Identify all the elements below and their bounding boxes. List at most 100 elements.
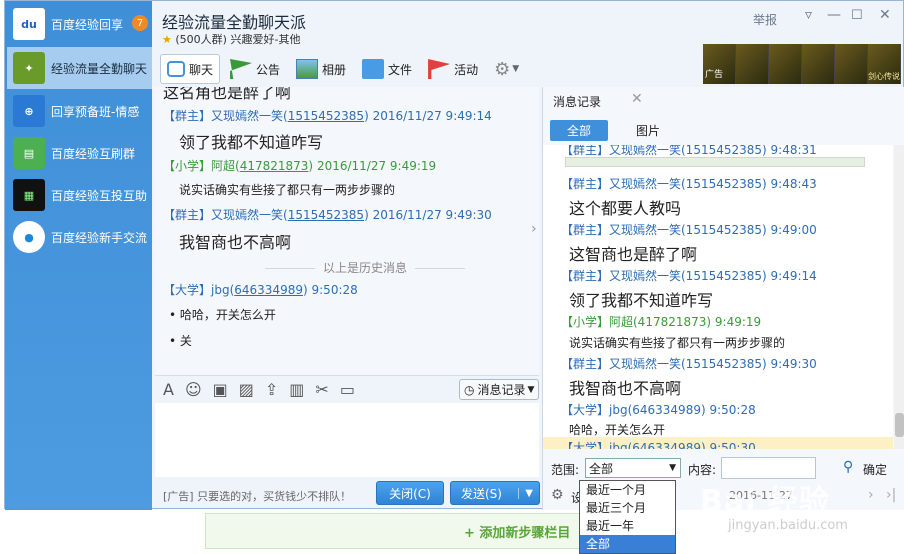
tab-album[interactable]: 相册 bbox=[290, 54, 352, 84]
sidebar-item-label: 百度经验互投互助 bbox=[51, 188, 148, 203]
scrollbar-thumb[interactable] bbox=[895, 413, 904, 437]
maximize-icon[interactable]: ☐ bbox=[851, 8, 863, 23]
gear-icon[interactable]: ⚙ bbox=[551, 487, 564, 503]
gamepad-icon: ⊕ bbox=[13, 95, 45, 127]
close-icon[interactable]: ✕ bbox=[631, 91, 643, 107]
folder-icon bbox=[362, 59, 385, 79]
sidebar-item-label: 百度经验互刷群 bbox=[51, 146, 136, 161]
tab-label: 活动 bbox=[454, 62, 479, 77]
sidebar-item-4[interactable]: ▤ 百度经验互刷群 bbox=[7, 132, 152, 174]
group-subtitle: ★ (500人群) 兴趣爱好-其他 bbox=[162, 31, 300, 47]
ad-banner[interactable]: 剑心传说 bbox=[703, 44, 901, 84]
chat-message-list[interactable]: 这名角也是醉了啊 【群主】又现嫣然一笑(1515452385) 2016/11/… bbox=[155, 87, 539, 375]
chevron-down-icon: ▼ bbox=[512, 64, 520, 74]
gift-icon[interactable]: ▥ bbox=[289, 380, 304, 399]
message-meta: 【大学】jbg(646334989) 9:50:28 bbox=[163, 283, 358, 297]
chat-sidebar: du 百度经验回享 7 ✦ 经验流量全勤聊天 ⊕ 回享预备班-情感 ▤ 百度经验… bbox=[5, 1, 152, 510]
user-id-link[interactable]: 417821873 bbox=[240, 159, 309, 173]
message-text: • 哈哈，开关怎么开 bbox=[169, 308, 276, 322]
message-meta: 【小学】阿超(417821873) 2016/11/27 9:49:19 bbox=[163, 159, 437, 173]
image-thumbnail[interactable] bbox=[565, 157, 865, 167]
more-tools-icon[interactable]: ▭ bbox=[340, 380, 355, 399]
last-page-icon[interactable]: ›| bbox=[886, 487, 896, 503]
chevron-right-icon[interactable]: › bbox=[531, 221, 537, 237]
sidebar-item-label: 百度经验新手交流 bbox=[51, 230, 148, 245]
message-input[interactable] bbox=[155, 403, 539, 477]
message-text: • 关 bbox=[169, 334, 192, 348]
more-settings-button[interactable]: ⚙ ▼ bbox=[488, 54, 525, 84]
filter-all-tab[interactable]: 全部 bbox=[550, 120, 608, 141]
chevron-down-icon[interactable]: ▼ bbox=[518, 487, 533, 499]
close-icon[interactable]: ✕ bbox=[879, 7, 891, 23]
send-button[interactable]: 发送(S) ▼ bbox=[450, 481, 540, 505]
ad-tile bbox=[769, 44, 802, 84]
history-tab[interactable]: 消息记录 bbox=[553, 93, 601, 110]
close-button[interactable]: 关闭(C) bbox=[376, 481, 444, 505]
history-message-list[interactable]: 【群主】又现嫣然一笑(1515452385) 9:48:31 【群主】又现嫣然一… bbox=[543, 145, 893, 449]
upload-icon[interactable]: ⇪ bbox=[265, 380, 278, 399]
history-meta: 【群主】又现嫣然一笑(1515452385) 9:48:43 bbox=[561, 177, 817, 191]
dropdown-option-selected[interactable]: 全部 bbox=[580, 535, 675, 553]
font-icon[interactable]: A bbox=[163, 380, 174, 399]
sidebar-item-3[interactable]: ⊕ 回享预备班-情感 bbox=[7, 90, 152, 132]
member-count: (500人群) bbox=[175, 33, 227, 46]
report-link[interactable]: 举报 bbox=[753, 11, 777, 28]
input-ad-text[interactable]: [广告] 只要选的对，买货钱少不排队！ bbox=[163, 488, 351, 504]
red-flag-icon bbox=[428, 59, 451, 79]
history-text: 这智商也是醉了啊 bbox=[569, 245, 698, 264]
history-meta: 【群主】又现嫣然一笑(1515452385) 9:49:00 bbox=[561, 223, 817, 237]
group-avatar: ▤ bbox=[13, 137, 45, 169]
tab-label: 相册 bbox=[322, 62, 347, 77]
message-text: 我智商也不高啊 bbox=[179, 233, 292, 252]
clock-icon: ◷ bbox=[464, 382, 475, 397]
history-panel: 消息记录 ✕ 全部 图片 【群主】又现嫣然一笑(1515452385) 9:48… bbox=[542, 87, 904, 510]
history-meta: 【群主】又现嫣然一笑(1515452385) 9:49:30 bbox=[561, 357, 817, 371]
globe-icon: ● bbox=[13, 221, 45, 253]
unread-badge: 7 bbox=[132, 15, 148, 31]
search-icon[interactable]: ⚲ bbox=[843, 459, 853, 475]
user-id-link[interactable]: 646334989 bbox=[234, 283, 303, 297]
dropdown-option[interactable]: 最近一个月 bbox=[580, 481, 675, 499]
sidebar-item-1[interactable]: du 百度经验回享 7 bbox=[7, 3, 152, 45]
image-icon[interactable]: ▨ bbox=[239, 380, 254, 399]
gear-icon: ⚙ bbox=[494, 58, 511, 80]
user-id-link[interactable]: 1515452385 bbox=[288, 208, 364, 222]
ad-tile bbox=[802, 44, 835, 84]
history-meta: 【大学】jbg(646334989) 9:50:30 bbox=[561, 441, 756, 449]
tab-file[interactable]: 文件 bbox=[356, 54, 418, 84]
chevron-down-icon: ▼ bbox=[669, 463, 676, 473]
search-button[interactable]: 确定 bbox=[863, 461, 887, 478]
range-select[interactable]: 全部 ▼ bbox=[585, 458, 681, 478]
tab-activity[interactable]: 活动 bbox=[422, 54, 484, 84]
dropdown-option[interactable]: 最近三个月 bbox=[580, 499, 675, 517]
skin-icon[interactable]: ▿ bbox=[805, 7, 812, 23]
history-scrollbar[interactable] bbox=[894, 145, 904, 449]
user-id-link[interactable]: 1515452385 bbox=[288, 109, 364, 123]
baidu-du-icon: du bbox=[13, 8, 45, 40]
baidu-watermark: Bai 经验 bbox=[700, 484, 830, 519]
chevron-right-icon[interactable]: › bbox=[868, 487, 874, 503]
history-separator: 以上是历史消息 bbox=[245, 259, 485, 276]
sidebar-item-2[interactable]: ✦ 经验流量全勤聊天 bbox=[7, 47, 152, 89]
tab-notice[interactable]: 公告 bbox=[224, 54, 286, 84]
history-meta: 【小学】阿超(417821873) 9:49:19 bbox=[561, 315, 762, 329]
dropdown-option[interactable]: 最近一年 bbox=[580, 517, 675, 535]
message-history-button[interactable]: ◷ 消息记录 ▼ bbox=[459, 379, 539, 400]
tab-label: 聊天 bbox=[189, 62, 214, 77]
message-text: 领了我都不知道咋写 bbox=[179, 133, 324, 152]
minimize-icon[interactable]: — bbox=[827, 7, 841, 23]
main-toolbar: 聊天 公告 相册 文件 活动 ⚙ ▼ bbox=[160, 53, 529, 85]
tab-label: 文件 bbox=[388, 62, 413, 77]
ad-tile: 剑心传说 bbox=[868, 44, 901, 84]
sidebar-item-6[interactable]: ● 百度经验新手交流 bbox=[7, 216, 152, 258]
photo-icon bbox=[296, 59, 319, 79]
sidebar-item-5[interactable]: ▦ 百度经验互投互助 bbox=[7, 174, 152, 216]
history-text: 我智商也不高啊 bbox=[569, 379, 682, 398]
emoji-icon[interactable]: ☺ bbox=[185, 380, 202, 399]
message-text: 这名角也是醉了啊 bbox=[163, 87, 292, 102]
tab-chat[interactable]: 聊天 bbox=[160, 54, 221, 84]
ad-tile bbox=[736, 44, 769, 84]
scissors-icon[interactable]: ✂ bbox=[315, 380, 328, 399]
gif-icon[interactable]: ▣ bbox=[213, 380, 228, 399]
filter-image-tab[interactable]: 图片 bbox=[633, 120, 663, 141]
